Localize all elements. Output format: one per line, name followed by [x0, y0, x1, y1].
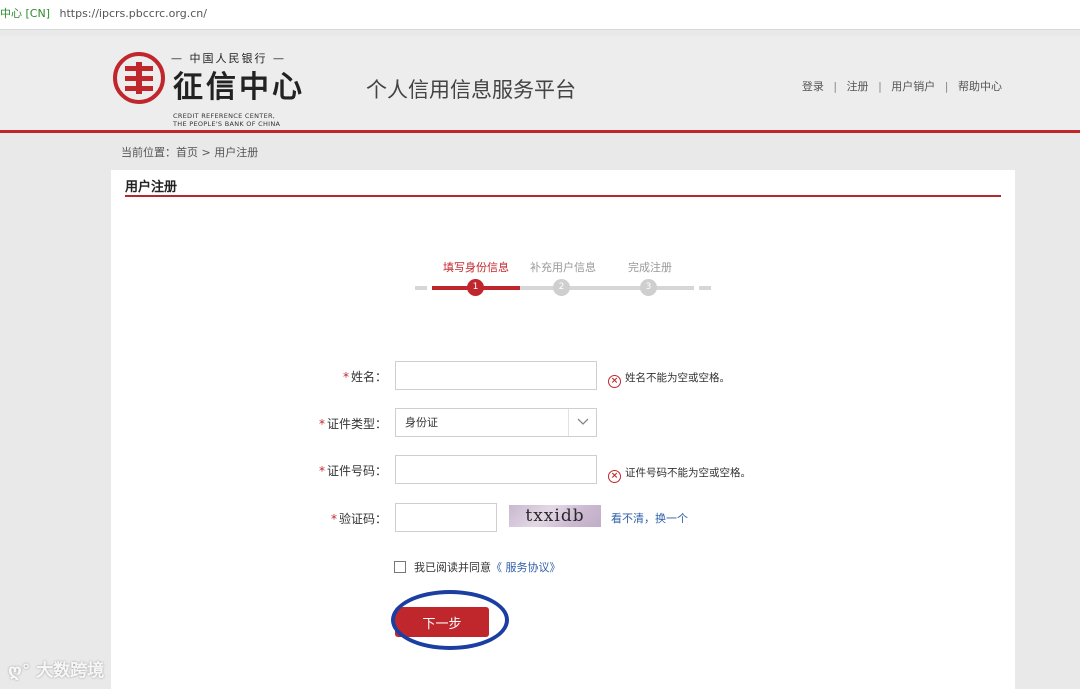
registration-card: 用户注册 填写身份信息 补充用户信息 完成注册 1 2 3 * 姓名： × 姓名不能…	[111, 170, 1015, 689]
step-3-dot: 3	[640, 279, 657, 296]
next-step-button[interactable]: 下一步	[395, 607, 489, 637]
id-type-label-text: 证件类型：	[326, 417, 387, 431]
step-3-label: 完成注册	[628, 261, 672, 274]
required-mark: *	[318, 417, 325, 431]
progress-track-start	[415, 286, 427, 290]
nav-separator: |	[833, 80, 838, 93]
progress-track-end	[699, 286, 711, 290]
name-error-text: 姓名不能为空或空格。	[625, 372, 730, 384]
name-error: × 姓名不能为空或空格。	[608, 370, 730, 388]
required-mark: *	[330, 512, 337, 526]
step-2-label: 补充用户信息	[530, 261, 596, 274]
id-type-selected-value: 身份证	[405, 416, 438, 429]
id-number-label: * 证件号码：	[267, 462, 387, 479]
watermark-text: 大数跨境	[36, 661, 105, 681]
nav-register-link[interactable]: 注册	[847, 80, 869, 93]
step-1-label: 填写身份信息	[443, 261, 509, 274]
captcha-label-text: 验证码：	[338, 512, 387, 526]
captcha-input[interactable]	[395, 503, 497, 532]
watermark: ღ° 大数跨境	[8, 656, 104, 681]
watermark-logo-icon: ღ°	[8, 661, 37, 681]
id-number-input[interactable]	[395, 455, 597, 484]
id-number-label-text: 证件号码：	[326, 464, 387, 478]
site-logo[interactable]: — 中国人民银行 — 征信中心 CREDIT REFERENCE CENTER,…	[113, 50, 313, 128]
address-url[interactable]: https://ipcrs.pbccrc.org.cn/	[60, 7, 207, 20]
certificate-label[interactable]: 中心 [CN]	[0, 7, 50, 20]
error-circle-x-icon: ×	[608, 470, 621, 483]
captcha-image[interactable]: txxidb	[509, 505, 601, 527]
breadcrumb: 当前位置：首页 > 用户注册	[121, 146, 259, 159]
id-number-error: × 证件号码不能为空或空格。	[608, 465, 751, 483]
chevron-down-icon[interactable]	[568, 409, 596, 436]
logo-english-line-2: THE PEOPLE'S BANK OF CHINA	[173, 120, 281, 128]
required-mark: *	[318, 464, 325, 478]
error-circle-x-icon: ×	[608, 375, 621, 388]
captcha-label: * 验证码：	[267, 510, 387, 527]
id-number-error-text: 证件号码不能为空或空格。	[625, 467, 751, 479]
nav-separator: |	[878, 80, 882, 93]
agreement-text: 我已阅读并同意	[414, 561, 491, 574]
nav-separator: |	[944, 80, 949, 93]
nav-close-account-link[interactable]: 用户销户	[891, 80, 935, 93]
logo-main-text: 征信中心	[173, 70, 305, 105]
logo-english-line-1: CREDIT REFERENCE CENTER,	[173, 112, 276, 120]
top-nav: 登录 | 注册 | 用户销户 | 帮助中心	[802, 78, 1002, 94]
required-mark: *	[342, 370, 349, 384]
id-type-label: * 证件类型：	[267, 415, 387, 432]
agreement-row: 我已阅读并同意《 服务协议》	[394, 559, 561, 575]
title-underline	[125, 195, 1001, 197]
nav-help-link[interactable]: 帮助中心	[958, 80, 1002, 93]
name-label-text: 姓名：	[350, 370, 387, 384]
browser-address-bar[interactable]: 中心 [CN] https://ipcrs.pbccrc.org.cn/	[0, 0, 1080, 30]
id-type-select[interactable]: 身份证	[395, 408, 597, 437]
step-2-dot: 2	[553, 279, 570, 296]
agreement-checkbox[interactable]	[394, 561, 406, 573]
nav-login-link[interactable]: 登录	[802, 80, 824, 93]
page-title: 用户注册	[125, 180, 178, 195]
site-header: — 中国人民银行 — 征信中心 CREDIT REFERENCE CENTER,…	[0, 36, 1080, 130]
name-input[interactable]	[395, 361, 597, 390]
header-divider	[0, 130, 1080, 133]
name-label: * 姓名：	[267, 368, 387, 385]
captcha-refresh-link[interactable]: 看不清，换一个	[611, 510, 688, 526]
progress-track-rest	[520, 286, 694, 290]
step-1-dot: 1	[467, 279, 484, 296]
seal-logo-icon	[113, 52, 165, 104]
service-agreement-link[interactable]: 《 服务协议》	[491, 561, 561, 574]
platform-title: 个人信用信息服务平台	[366, 78, 576, 102]
